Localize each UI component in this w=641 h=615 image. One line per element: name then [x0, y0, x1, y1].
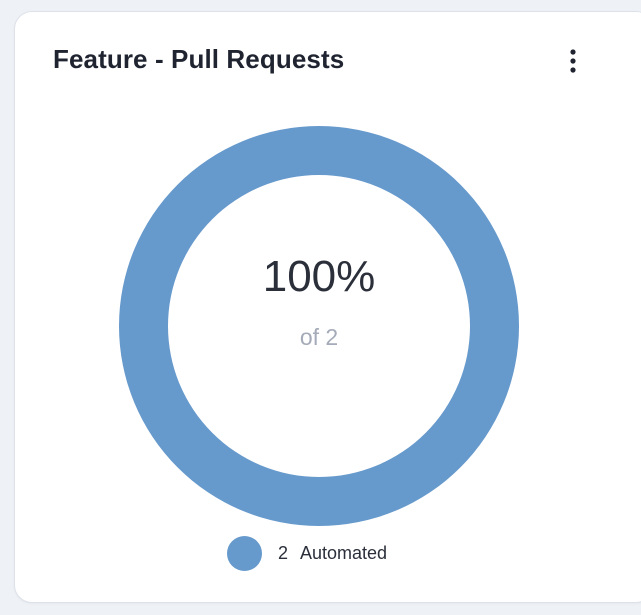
legend-count: 2: [278, 542, 289, 563]
legend-swatch: [227, 535, 262, 571]
more-vertical-icon: [570, 49, 576, 73]
legend-item-automated[interactable]: 2 Automated: [227, 535, 388, 571]
legend-label: Automated: [300, 542, 388, 563]
donut-center-value: 100%: [262, 252, 376, 301]
widget-menu-button[interactable]: [555, 42, 591, 78]
donut-center-subtitle: of 2: [299, 324, 339, 350]
widget-title: Feature - Pull Requests: [53, 44, 345, 74]
